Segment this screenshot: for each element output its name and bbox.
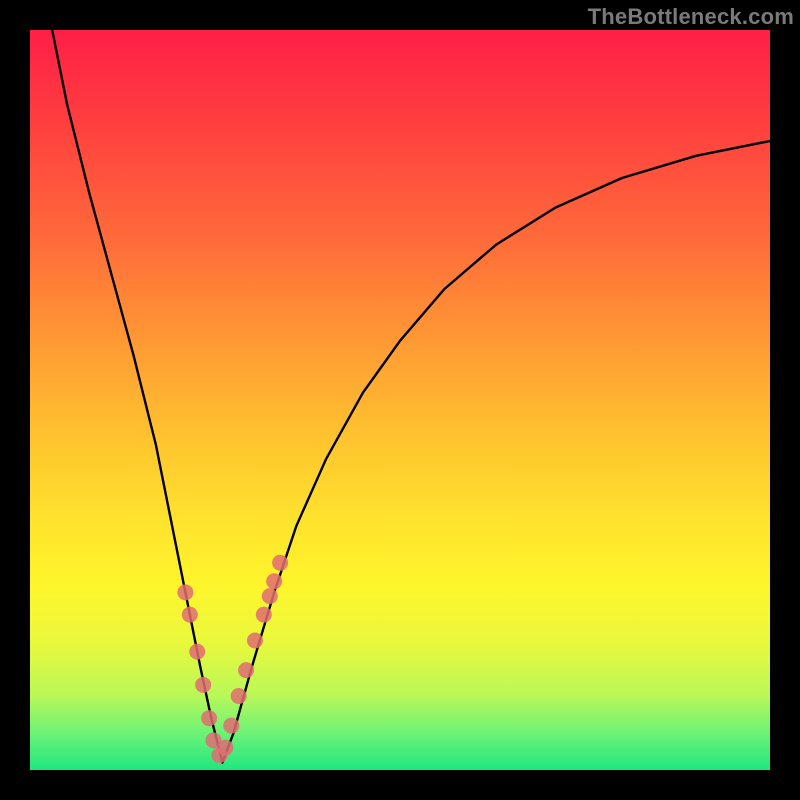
highlight-dot <box>189 644 205 660</box>
chart-frame: TheBottleneck.com <box>0 0 800 800</box>
highlight-dot <box>195 677 211 693</box>
highlight-dot <box>223 718 239 734</box>
highlight-dot <box>201 710 217 726</box>
highlight-dot <box>238 662 254 678</box>
highlight-dot <box>266 573 282 589</box>
highlight-dot <box>272 555 288 571</box>
highlight-dot <box>247 633 263 649</box>
curve-overlay <box>30 30 770 770</box>
bottleneck-curve <box>52 30 770 763</box>
highlight-dot <box>262 588 278 604</box>
highlight-dot <box>231 688 247 704</box>
highlight-dot <box>177 584 193 600</box>
highlight-dots <box>177 555 288 763</box>
plot-area <box>30 30 770 770</box>
highlight-dot <box>182 607 198 623</box>
highlight-dot <box>217 740 233 756</box>
highlight-dot <box>256 607 272 623</box>
watermark-text: TheBottleneck.com <box>588 4 794 30</box>
